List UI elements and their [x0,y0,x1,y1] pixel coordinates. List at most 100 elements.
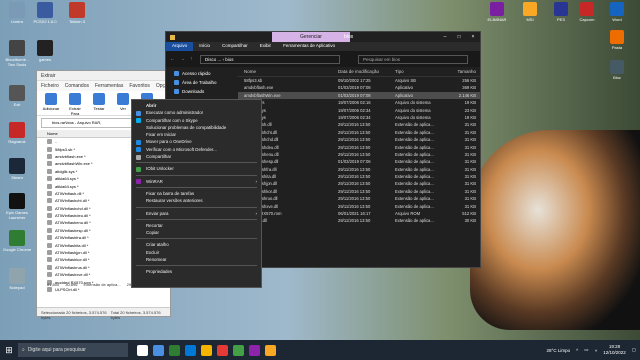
winrar-toolbar-button[interactable]: Testar [89,93,109,113]
menu-item[interactable]: Abrir [132,102,261,109]
menu-item[interactable]: Solucionar problemas de compatibilidade [132,124,261,131]
file-row[interactable]: 58fps3.sb 09/10/2002 17:25 Arquivo SB 256 K… [238,77,480,84]
desktop-shortcut[interactable]: Ragnarok [2,122,32,144]
file-row[interactable]: ATIWinflashrus.dll29/11/2016 13:50Extens… [238,195,480,202]
windows-start-icon[interactable]: ⊞ [0,345,18,356]
ribbon-tab[interactable]: Início [193,42,216,51]
nav-item[interactable]: Downloads [166,87,236,96]
desktop-shortcut[interactable]: Lixeira [2,2,32,24]
ribbon-tab[interactable]: Arquivo [166,42,194,51]
file-row[interactable]: modded RX570.rom 06/01/2021 16:17 Arquivo … [238,210,480,217]
file-row[interactable]: amdvbflash.exe 01/03/2019 07:08 Aplicativo… [238,84,480,91]
file-row[interactable]: ATIWinflashfra.dll29/11/2016 13:50Extens… [238,166,480,173]
notification-icon[interactable]: ▢ [632,347,636,353]
winrar-menu-item[interactable]: Ferramentas [95,83,123,89]
file-row[interactable]: atikia64.sys19/07/2006 02:34Arquivo do s… [238,114,480,121]
taskbar-app-icon[interactable] [232,344,244,356]
desktop-shortcut[interactable]: Steam [2,158,32,180]
desktop-shortcut[interactable]: Word [603,2,631,22]
menu-item[interactable]: Criar atalho [132,241,261,248]
column-header[interactable]: Tipo [395,69,443,76]
file-row[interactable]: ATIWinflashdeu.dll29/11/2016 13:50Extens… [238,144,480,151]
minimize-icon[interactable]: – [438,32,452,42]
taskbar-app-icon[interactable] [168,344,180,356]
taskbar-search-box[interactable]: ⌕ Digite aqui para pesquisar [18,343,128,357]
ribbon-tab[interactable]: Ferramentas de Aplicativo [277,42,341,51]
desktop-shortcut[interactable]: Capcom [573,2,601,22]
close-icon[interactable]: × [466,32,480,42]
file-row[interactable]: ULPSCtrl.dll29/11/2016 13:50Extensão de … [238,217,480,224]
winrar-toolbar-button[interactable]: Adicionar [41,93,61,113]
nav-item[interactable]: Acesso rápido [166,69,236,78]
file-row[interactable]: ATIWinflashita.dll29/11/2016 13:50Extens… [238,173,480,180]
weather-widget[interactable]: 28°C Limpo [547,348,571,353]
file-row[interactable]: atikia64.sys19/07/2006 02:34Arquivo do s… [238,107,480,114]
winrar-titlebar[interactable]: Extrair [37,71,170,81]
menu-item[interactable]: Compartilhar [132,153,261,160]
volume-icon[interactable]: ◖ [594,348,597,353]
taskbar-app-icon[interactable] [136,344,148,356]
forward-arrow-icon[interactable]: → [180,56,186,62]
desktop-shortcut[interactable]: games [30,40,60,62]
menu-item[interactable]: Fixar na barra de tarefas [132,190,261,197]
desktop-shortcut[interactable]: Epic Games Launcher [2,193,32,220]
maximize-icon[interactable]: □ [452,32,466,42]
menu-item[interactable]: Compartilhar com o Skype [132,117,261,124]
file-row[interactable]: ATIWinflashesp.dll01/03/2019 07:06Extens… [238,158,480,165]
file-row[interactable]: ATIWinflash.dll29/11/2016 13:50Extensão … [238,121,480,128]
menu-item[interactable]: Fixar em Iniciar [132,131,261,138]
desktop-shortcut[interactable]: Exit [2,85,32,107]
menu-item[interactable]: Renomear [132,256,261,263]
file-row[interactable]: ATIWinflashxve.dll29/11/2016 13:50Extens… [238,203,480,210]
column-header[interactable]: Data de modificação [338,69,395,76]
nav-item[interactable]: Área de Trabalho [166,78,236,87]
menu-item[interactable]: Propriedades [132,268,261,275]
ribbon-tab[interactable]: Exibir [254,42,277,51]
file-row[interactable]: ATIWinflashenu.dll29/11/2016 13:50Extens… [238,151,480,158]
menu-item[interactable]: Excluir [132,249,261,256]
desktop-shortcut[interactable]: PES [547,2,575,22]
address-bar[interactable]: Disco ... › bios [200,54,340,64]
desktop-shortcut[interactable]: MSI [516,2,544,22]
network-icon[interactable]: ▭ [584,347,588,353]
back-arrow-icon[interactable]: ← [170,56,176,62]
winrar-menu-item[interactable]: Comandos [65,83,89,89]
up-arrow-icon[interactable]: ↑ [190,56,196,62]
taskbar-app-icon[interactable] [216,344,228,356]
desktop-shortcut[interactable]: PCSX2 1.6.0 [30,2,60,24]
clock[interactable]: 19:28 12/10/2022 [603,344,626,356]
winrar-menu-item[interactable]: Ficheiro [41,83,59,89]
search-input[interactable]: Pesquisar em bios [358,54,468,64]
menu-item[interactable]: IObit Unlocker [132,165,261,172]
desktop-shortcut[interactable]: Google Chrome [2,230,32,252]
winrar-menu-item[interactable]: Favoritos [129,83,150,89]
file-row[interactable]: ATIWinflashjpn.dll29/11/2016 13:50Extens… [238,180,480,187]
file-row[interactable]: ATIWinflashchd.dll29/11/2016 13:50Extens… [238,136,480,143]
menu-item[interactable]: Mover para o OneDrive [132,138,261,145]
menu-item[interactable]: Copiar [132,229,261,236]
desktop-shortcut[interactable]: Bloodborne - Two Souls [2,40,32,67]
taskbar-app-icon[interactable] [264,344,276,356]
column-header[interactable]: Nome [238,69,338,76]
menu-item[interactable]: Executar como administrador [132,109,261,116]
ribbon-tab[interactable]: Compartilhar [216,42,254,51]
menu-item[interactable]: Enviar para › [132,210,261,217]
manage-context-tab[interactable]: Gerenciar [272,32,350,42]
tray-arrows-icon[interactable]: ^ [576,348,578,353]
desktop-shortcut[interactable]: Bloc [603,60,631,80]
winrar-toolbar-button[interactable]: Extrair Para [65,93,85,116]
menu-item[interactable]: Recortar [132,222,261,229]
taskbar-app-icon[interactable] [152,344,164,356]
taskbar-app-icon[interactable] [248,344,260,356]
file-row[interactable]: ATIWinflashcht.dll29/11/2016 13:50Extens… [238,129,480,136]
desktop-shortcut[interactable]: ELIMINAR [483,2,511,22]
explorer-titlebar[interactable]: Gerenciar bios – □ × [166,32,480,42]
desktop-shortcut[interactable]: Pasta [603,30,631,50]
file-row[interactable]: amdvbflashWin.exe 01/03/2019 07:08 Aplicat… [238,91,480,100]
menu-item[interactable]: Verificar com o Microsoft Defender... [132,146,261,153]
file-row[interactable]: ATIWinflashkor.dll29/11/2016 13:50Extens… [238,188,480,195]
desktop-shortcut[interactable]: Tekken 3 [62,2,92,24]
column-header[interactable]: Tamanho [443,69,480,76]
winrar-toolbar-button[interactable]: Ver [113,93,133,113]
file-row[interactable]: atidgllk.sys19/07/2006 02:16Arquivo do s… [238,99,480,106]
